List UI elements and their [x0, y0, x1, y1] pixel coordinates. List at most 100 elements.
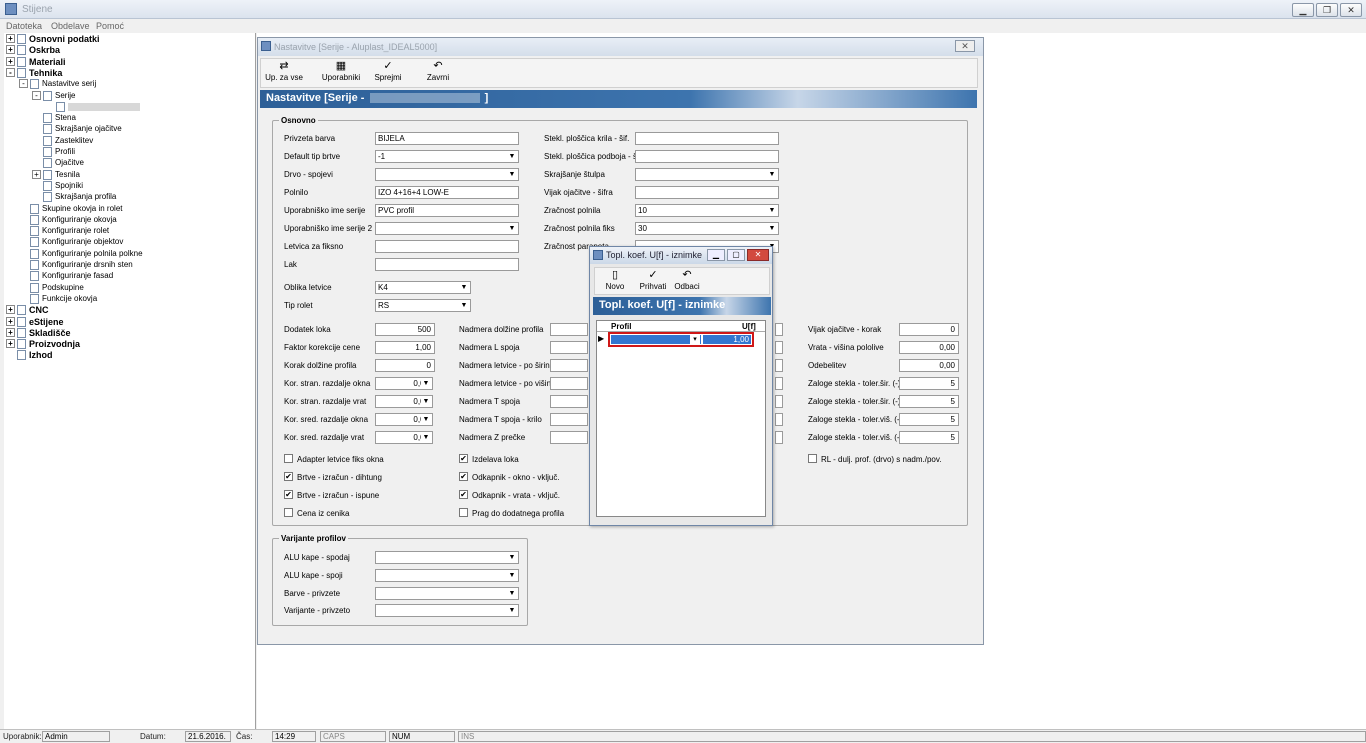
faktor-korekcije-cene-field[interactable]: 1,00 — [375, 341, 435, 354]
toolbar-zavrni-button[interactable]: ↶ Zavrni — [416, 60, 460, 86]
prag-do-dodatnega-profila-checkbox[interactable] — [459, 508, 468, 517]
vijak-ojacitve-sifra-field[interactable] — [635, 186, 779, 199]
tree-item-estijene[interactable]: + eStijene — [6, 316, 64, 328]
toolbar-sprejmi-button[interactable]: ✓ Sprejmi — [366, 60, 410, 86]
zaloge-stekla-toler-sir-field[interactable]: 5 — [899, 377, 959, 390]
chevron-down-icon[interactable]: ▼ — [507, 606, 517, 615]
expand-toggle-icon[interactable]: + — [32, 169, 41, 179]
chevron-down-icon[interactable]: ▼ — [767, 224, 777, 233]
nadmera-extra-field[interactable] — [775, 395, 783, 408]
drvo-spojevi-field[interactable]: ▼ — [375, 168, 519, 181]
tree-item-skupine-okovja-in-rolet[interactable]: Skupine okovja in rolet — [19, 203, 123, 215]
brtve-izracun-dihtung-checkbox[interactable]: ✔ — [284, 472, 293, 481]
tree-item-osnovni-podatki[interactable]: + Osnovni podatki — [6, 34, 100, 45]
oblika-letvice-select[interactable]: K4 ▼ — [375, 281, 471, 294]
chevron-down-icon[interactable]: ▼ — [507, 589, 517, 598]
nadmera-t-spoja-krilo-field[interactable] — [550, 413, 588, 426]
korak-dolzine-profila-field[interactable]: 0 — [375, 359, 435, 372]
alu-kape-spodaj-select[interactable]: ▼ — [375, 551, 519, 564]
chevron-down-icon[interactable]: ▼ — [421, 433, 431, 442]
lak-field[interactable] — [375, 258, 519, 271]
zaloge-stekla-toler-sir-field[interactable]: 5 — [899, 395, 959, 408]
chevron-down-icon[interactable]: ▼ — [459, 283, 469, 292]
tree-item-skladisce[interactable]: + Skladišče — [6, 327, 71, 339]
tree-item-profili[interactable]: Profili — [32, 147, 75, 158]
vrata-visina-pololive-field[interactable]: 0,00 — [899, 341, 959, 354]
profil-dropdown-icon[interactable]: ▾ — [690, 335, 700, 344]
nadmera-l-spoja-field[interactable] — [550, 341, 588, 354]
chevron-down-icon[interactable]: ▼ — [421, 415, 431, 424]
dialog-novo-button[interactable]: ▯ Novo — [598, 269, 632, 295]
tree-item-item[interactable] — [45, 101, 140, 113]
tree-item-konfiguriranje-objektov[interactable]: Konfiguriranje objektov — [19, 237, 123, 248]
dialog-close-button[interactable]: ✕ — [747, 249, 769, 261]
tree-item-skrajsanje-ojacitve[interactable]: Skrajšanje ojačitve — [32, 124, 122, 135]
tree-item-tesnila[interactable]: + Tesnila — [32, 169, 80, 181]
col-profil[interactable]: Profil — [611, 322, 631, 331]
tree-item-izhod[interactable]: Izhod — [6, 350, 53, 361]
tree-item-konfiguriranje-drsnih-sten[interactable]: Konfiguriranje drsnih sten — [19, 260, 133, 271]
odkapnik-okno-vkljuc-checkbox[interactable]: ✔ — [459, 472, 468, 481]
chevron-down-icon[interactable]: ▼ — [459, 301, 469, 310]
tree-item-konfiguriranje-polnila-polkne[interactable]: Konfiguriranje polnila polkne — [19, 248, 143, 260]
chevron-down-icon[interactable]: ▼ — [767, 170, 777, 179]
brtve-izracun-ispune-checkbox[interactable]: ✔ — [284, 490, 293, 499]
nadmera-extra-field[interactable] — [775, 323, 783, 336]
tree-item-skrajsanja-profila[interactable]: Skrajšanja profila — [32, 192, 116, 203]
dialog-odbaci-button[interactable]: ↶ Odbaci — [670, 269, 704, 295]
kor-sred-razdalje-okna-field[interactable]: 0,00▼ — [375, 413, 433, 426]
tip-rolet-select[interactable]: RS ▼ — [375, 299, 471, 312]
default-tip-brtve-field[interactable]: -1 ▼ — [375, 150, 519, 163]
odkapnik-vrata-vkljuc-checkbox[interactable]: ✔ — [459, 490, 468, 499]
stekl-ploscica-podboja-s-field[interactable] — [635, 150, 779, 163]
chevron-down-icon[interactable]: ▼ — [421, 397, 431, 406]
chevron-down-icon[interactable]: ▼ — [767, 206, 777, 215]
col-uf[interactable]: U[f] — [742, 322, 756, 331]
tree-item-konfiguriranje-okovja[interactable]: Konfiguriranje okovja — [19, 214, 117, 226]
nadmera-extra-field[interactable] — [775, 359, 783, 372]
menu-datoteka[interactable]: Datoteka — [6, 21, 42, 31]
nadmera-letvice-po-visini-field[interactable] — [550, 377, 588, 390]
chevron-down-icon[interactable]: ▼ — [507, 170, 517, 179]
polnilo-field[interactable]: IZO 4+16+4 LOW-E — [375, 186, 519, 199]
tree-item-konfiguriranje-fasad[interactable]: Konfiguriranje fasad — [19, 271, 113, 282]
tree-item-tehnika[interactable]: - Tehnika — [6, 67, 62, 79]
privzeta-barva-field[interactable]: BIJELA — [375, 132, 519, 145]
uporabnisko-ime-serije-field[interactable]: PVC profil — [375, 204, 519, 217]
nadmera-dolzine-profila-field[interactable] — [550, 323, 588, 336]
tree-item-zasteklitev[interactable]: Zasteklitev — [32, 135, 93, 147]
kor-stran-razdalje-vrat-field[interactable]: 0,00▼ — [375, 395, 433, 408]
tree-item-cnc[interactable]: + CNC — [6, 305, 49, 316]
nadmera-extra-field[interactable] — [775, 341, 783, 354]
dodatek-loka-field[interactable]: 500 — [375, 323, 435, 336]
grid-row[interactable]: ▾ 1,00 — [608, 332, 754, 347]
odebelitev-field[interactable]: 0,00 — [899, 359, 959, 372]
letvica-za-fiksno-field[interactable] — [375, 240, 519, 253]
varijante-privzeto-select[interactable]: ▼ — [375, 604, 519, 617]
expand-toggle-icon[interactable]: - — [6, 67, 15, 77]
nadmera-extra-field[interactable] — [775, 431, 783, 444]
nadmera-letvice-po-sirini-field[interactable] — [550, 359, 588, 372]
chevron-down-icon[interactable]: ▼ — [507, 152, 517, 161]
restore-button[interactable]: ❐ — [1316, 3, 1338, 17]
dialog-maximize-button[interactable]: ▢ — [727, 249, 745, 261]
nadmera-t-spoja-field[interactable] — [550, 395, 588, 408]
alu-kape-spoji-select[interactable]: ▼ — [375, 569, 519, 582]
tree-item-serije[interactable]: - Serije — [32, 90, 75, 102]
tree-item-podskupine[interactable]: Podskupine — [19, 282, 84, 294]
nadmera-z-precke-field[interactable] — [550, 431, 588, 444]
expand-toggle-icon[interactable]: + — [6, 305, 15, 315]
nadmera-extra-field[interactable] — [775, 413, 783, 426]
tree-item-proizvodnja[interactable]: + Proizvodnja — [6, 339, 80, 350]
vijak-ojacitve-korak-field[interactable]: 0 — [899, 323, 959, 336]
menu-obdelave[interactable]: Obdelave — [51, 21, 90, 31]
profil-cell[interactable]: ▾ — [611, 335, 701, 344]
tree-item-stena[interactable]: Stena — [32, 113, 76, 124]
chevron-down-icon[interactable]: ▼ — [507, 224, 517, 233]
stekl-ploscica-krila-sif-field[interactable] — [635, 132, 779, 145]
barve-privzete-select[interactable]: ▼ — [375, 587, 519, 600]
expand-toggle-icon[interactable]: + — [6, 316, 15, 326]
tree-item-funkcije-okovja[interactable]: Funkcije okovja — [19, 293, 97, 305]
dialog-minimize-button[interactable]: ▁ — [707, 249, 725, 261]
uf-cell[interactable]: 1,00 — [703, 335, 751, 344]
